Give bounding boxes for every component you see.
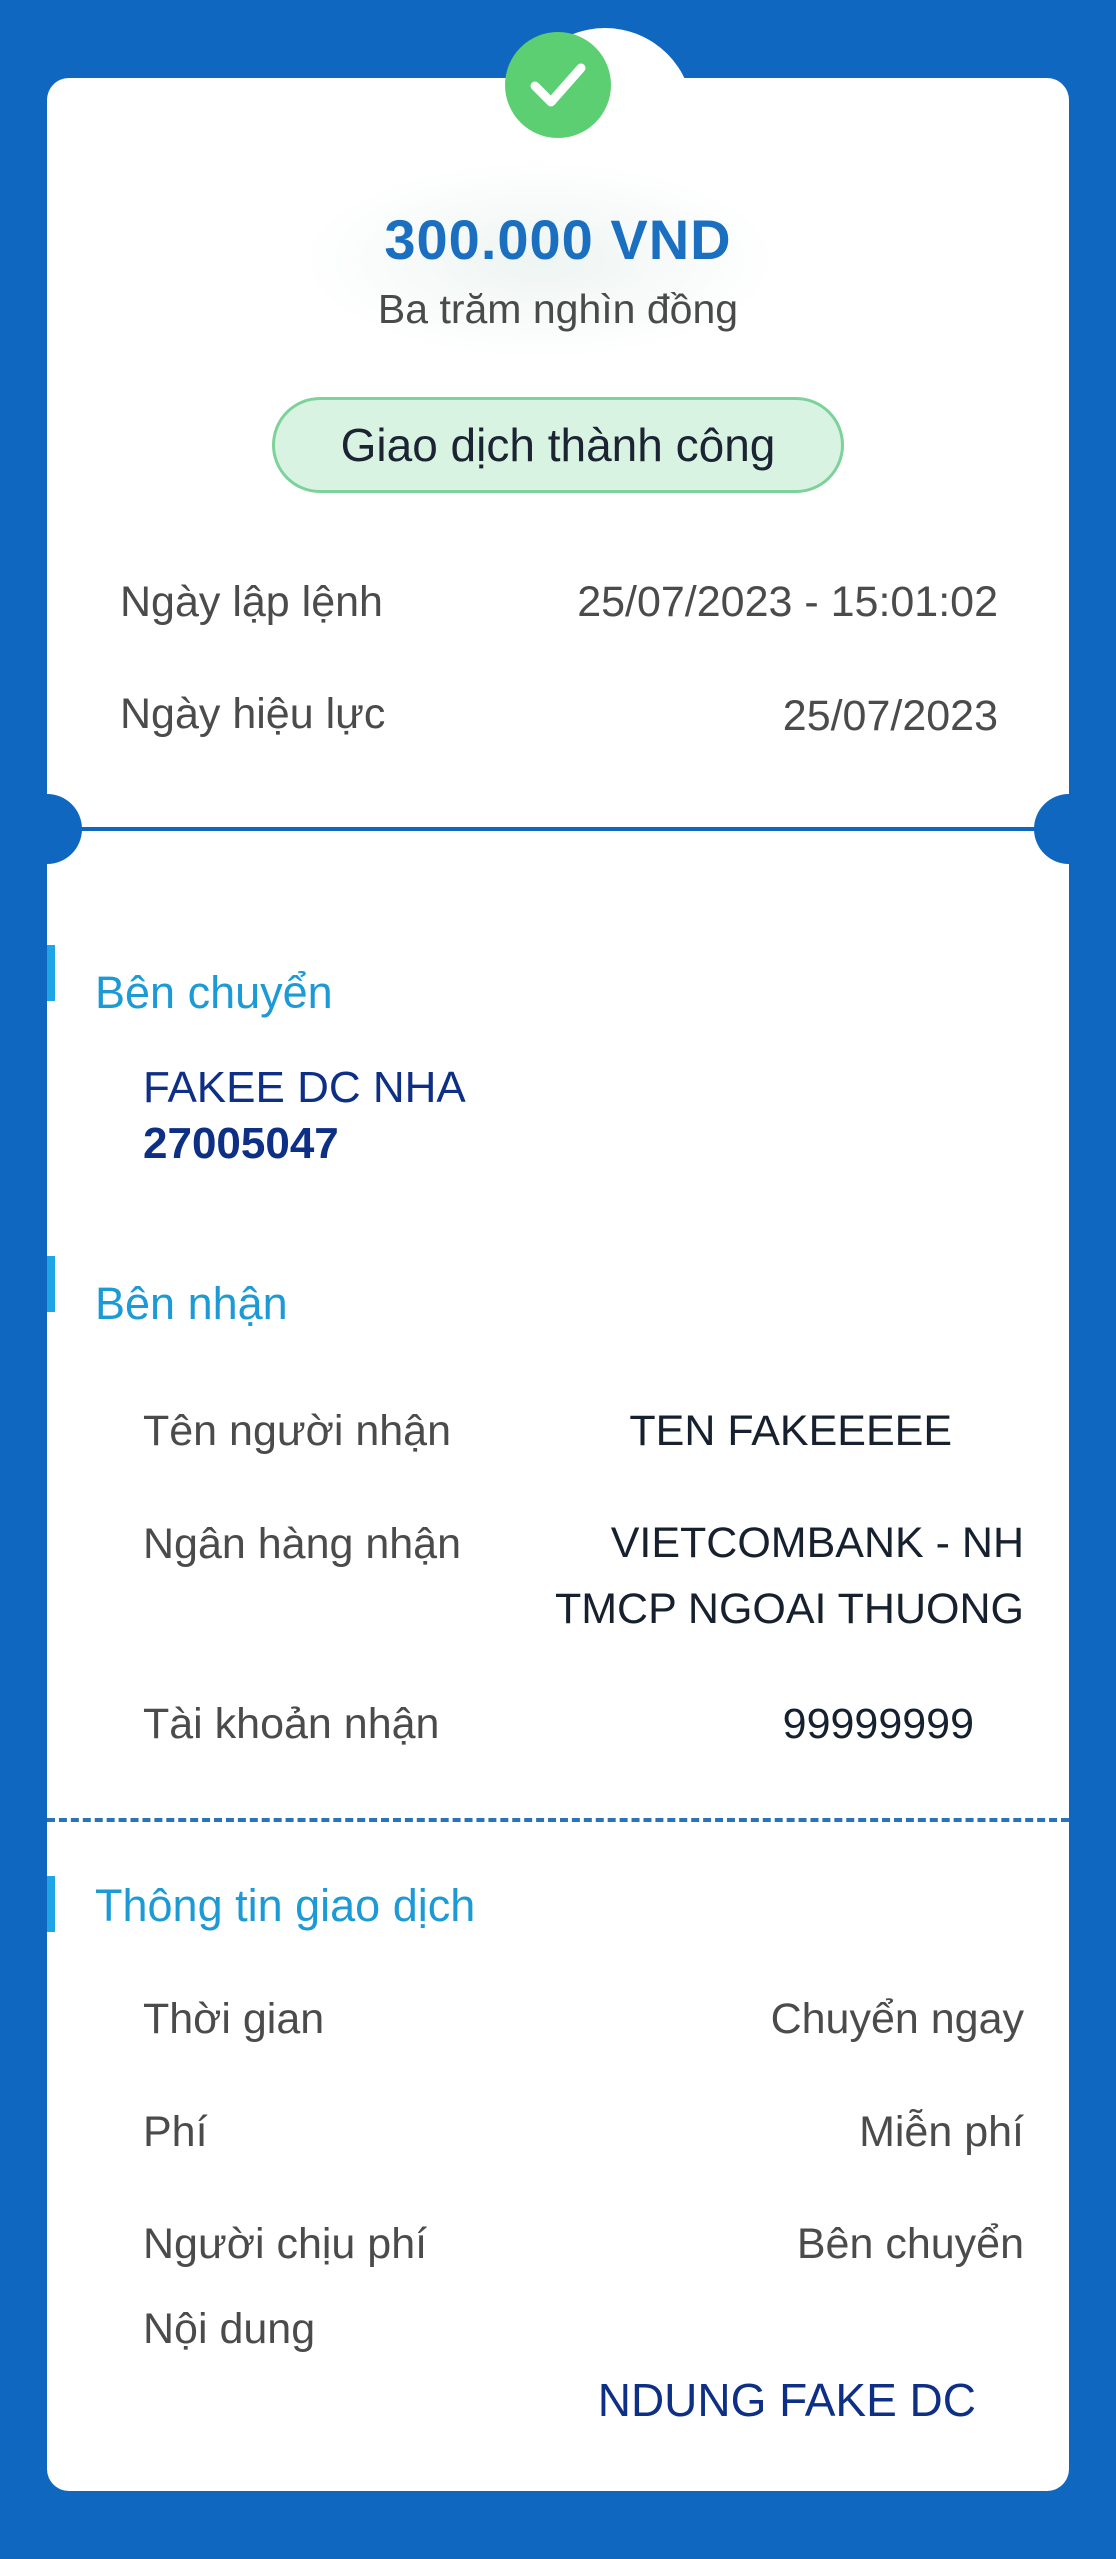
right-notch [1034, 794, 1104, 864]
sender-name: FAKEE DC NHA [143, 1063, 466, 1112]
effective-date-value: 25/07/2023 [782, 692, 998, 740]
receiver-section-title: Bên nhận [95, 1278, 288, 1329]
amount-in-words: Ba trăm nghìn đồng [377, 286, 739, 332]
transfer-amount: 300.000 VND [384, 208, 732, 271]
sender-account: 27005047 [143, 1119, 339, 1168]
time-label: Thời gian [143, 1995, 325, 2043]
left-notch [12, 794, 82, 864]
order-date-label: Ngày lập lệnh [120, 578, 383, 626]
receiver-account-label: Tài khoản nhận [143, 1700, 440, 1748]
content-label: Nội dung [143, 2305, 316, 2353]
check-circle-icon [505, 32, 611, 138]
sender-section-marker [47, 945, 55, 1001]
fee-label: Phí [143, 2108, 208, 2156]
section-divider [60, 827, 1056, 831]
transaction-section-title: Thông tin giao dịch [95, 1880, 476, 1931]
sender-section-title: Bên chuyển [95, 967, 333, 1018]
fee-payer-label: Người chịu phí [143, 2220, 428, 2268]
transaction-section-marker [47, 1876, 55, 1932]
receiver-name-value: TEN FAKEEEEE [629, 1407, 952, 1455]
dashed-divider [47, 1818, 1069, 1822]
receiver-account-value: 99999999 [782, 1700, 974, 1748]
fee-payer-value: Bên chuyển [796, 2220, 1024, 2268]
order-date-value: 25/07/2023 - 15:01:02 [577, 578, 998, 626]
status-badge: Giao dịch thành công [272, 397, 844, 493]
receiver-bank-value-line2: TMCP NGOAI THUONG [554, 1585, 1024, 1633]
receiver-bank-value-line1: VIETCOMBANK - NH [610, 1519, 1024, 1567]
receiver-section-marker [47, 1256, 55, 1312]
effective-date-label: Ngày hiệu lực [120, 690, 386, 738]
receiver-name-label: Tên người nhận [143, 1407, 452, 1455]
content-value: NDUNG FAKE DC [597, 2374, 976, 2426]
fee-value: Miễn phí [859, 2108, 1024, 2156]
time-value: Chuyển ngay [770, 1995, 1024, 2043]
receiver-bank-label: Ngân hàng nhận [143, 1520, 462, 1568]
